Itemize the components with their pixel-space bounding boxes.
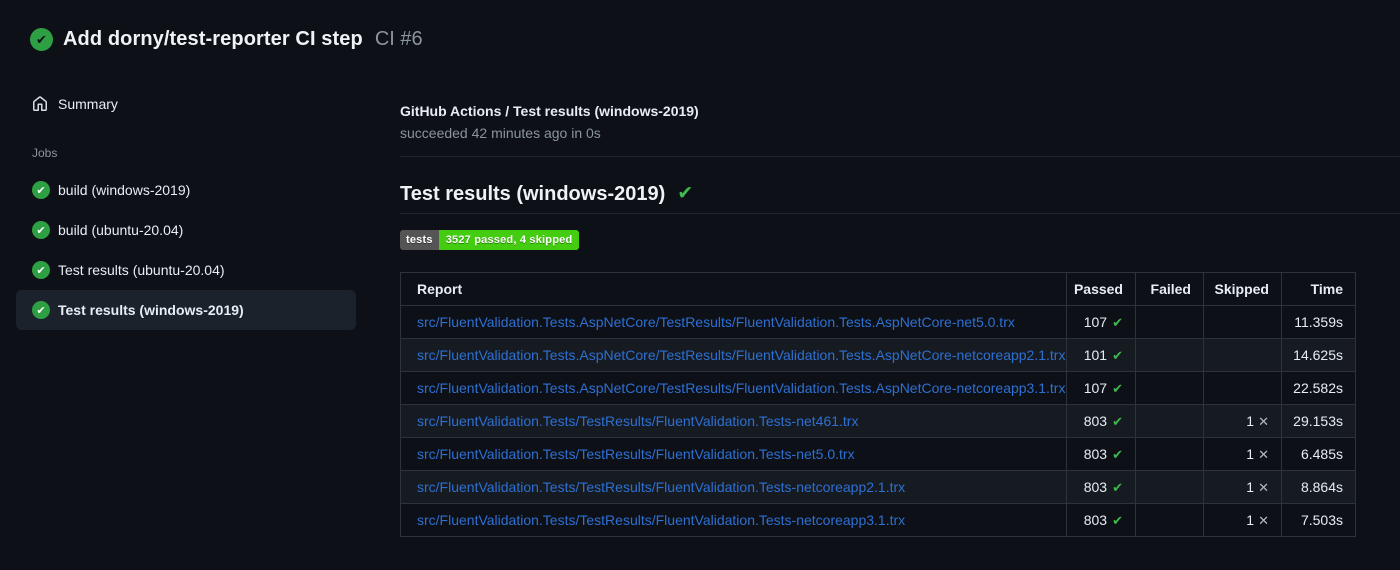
report-heading: Test results (windows-2019) ✔ (400, 181, 1400, 214)
time-cell: 6.485s (1281, 437, 1356, 471)
failed-cell (1135, 404, 1204, 438)
report-row: src/FluentValidation.Tests/TestResults/F… (400, 503, 1356, 537)
report-cell: src/FluentValidation.Tests.AspNetCore/Te… (400, 305, 1067, 339)
report-row: src/FluentValidation.Tests/TestResults/F… (400, 470, 1356, 504)
report-link[interactable]: src/FluentValidation.Tests/TestResults/F… (417, 413, 858, 429)
skipped-cell: 1 ✕ (1203, 437, 1282, 471)
report-link[interactable]: src/FluentValidation.Tests/TestResults/F… (417, 446, 855, 462)
column-header-skipped: Skipped (1203, 272, 1282, 306)
skipped-cell: 1 ✕ (1203, 470, 1282, 504)
jobs-list: ✔ build (windows-2019) ✔ build (ubuntu-20.0… (0, 170, 400, 330)
table-header-row: Report Passed Failed Skipped Time (400, 272, 1356, 306)
time-cell: 8.864s (1281, 470, 1356, 504)
jobs-section-label: Jobs (32, 146, 58, 160)
failed-cell (1135, 437, 1204, 471)
check-icon: ✔ (1112, 446, 1123, 462)
column-header-time: Time (1281, 272, 1356, 306)
job-success-icon: ✔ (32, 181, 50, 199)
check-icon: ✔ (1112, 479, 1123, 495)
passed-cell: 101 ✔ (1066, 338, 1136, 372)
job-label: build (ubuntu-20.04) (58, 222, 184, 238)
passed-cell: 803 ✔ (1066, 470, 1136, 504)
report-cell: src/FluentValidation.Tests/TestResults/F… (400, 470, 1067, 504)
test-results-table: Report Passed Failed Skipped Time src/Fluent… (400, 272, 1356, 537)
report-row: src/FluentValidation.Tests.AspNetCore/Te… (400, 305, 1356, 339)
check-run-header: GitHub Actions / Test results (windows-2… (400, 102, 1400, 157)
report-row: src/FluentValidation.Tests.AspNetCore/Te… (400, 371, 1356, 405)
check-run-status: succeeded 42 minutes ago in 0s (400, 125, 601, 141)
report-row: src/FluentValidation.Tests/TestResults/F… (400, 437, 1356, 471)
report-link[interactable]: src/FluentValidation.Tests.AspNetCore/Te… (417, 314, 1015, 330)
report-link[interactable]: src/FluentValidation.Tests/TestResults/F… (417, 512, 905, 528)
cross-icon: ✕ (1258, 512, 1269, 528)
skipped-cell (1203, 305, 1282, 339)
check-icon: ✔ (1112, 314, 1123, 330)
check-icon: ✔ (1112, 380, 1123, 396)
cross-icon: ✕ (1258, 479, 1269, 495)
failed-cell (1135, 371, 1204, 405)
summary-label: Summary (58, 96, 118, 112)
check-icon: ✔ (1112, 413, 1123, 429)
tests-badge-value: 3527 passed, 4 skipped (438, 230, 580, 250)
check-run-title: GitHub Actions / Test results (windows-2… (400, 103, 699, 119)
report-cell: src/FluentValidation.Tests.AspNetCore/Te… (400, 338, 1067, 372)
sidebar-job-item[interactable]: ✔ Test results (ubuntu-20.04) (16, 250, 356, 290)
sidebar-job-item[interactable]: ✔ Test results (windows-2019) (16, 290, 356, 330)
column-header-passed: Passed (1066, 272, 1136, 306)
run-success-icon: ✔ (30, 28, 53, 51)
job-success-icon: ✔ (32, 301, 50, 319)
skipped-cell (1203, 371, 1282, 405)
cross-icon: ✕ (1258, 446, 1269, 462)
failed-cell (1135, 338, 1204, 372)
report-cell: src/FluentValidation.Tests/TestResults/F… (400, 503, 1067, 537)
time-cell: 7.503s (1281, 503, 1356, 537)
heading-check-icon: ✔ (677, 183, 694, 204)
sidebar-item-summary[interactable]: Summary (0, 88, 400, 120)
report-heading-text: Test results (windows-2019) (400, 183, 666, 205)
skipped-cell (1203, 338, 1282, 372)
tests-badge: tests 3527 passed, 4 skipped (400, 230, 580, 250)
passed-cell: 803 ✔ (1066, 404, 1136, 438)
report-row: src/FluentValidation.Tests/TestResults/F… (400, 404, 1356, 438)
failed-cell (1135, 305, 1204, 339)
skipped-cell: 1 ✕ (1203, 503, 1282, 537)
report-cell: src/FluentValidation.Tests.AspNetCore/Te… (400, 371, 1067, 405)
job-success-icon: ✔ (32, 261, 50, 279)
sidebar: Summary Jobs ✔ build (windows-2019) ✔ build… (0, 88, 400, 330)
home-icon (33, 96, 47, 111)
report-link[interactable]: src/FluentValidation.Tests.AspNetCore/Te… (417, 347, 1065, 363)
job-success-icon: ✔ (32, 221, 50, 239)
tests-badge-label: tests (400, 230, 439, 250)
job-label: Test results (ubuntu-20.04) (58, 262, 225, 278)
time-cell: 22.582s (1281, 371, 1356, 405)
failed-cell (1135, 503, 1204, 537)
sidebar-job-item[interactable]: ✔ build (ubuntu-20.04) (16, 210, 356, 250)
passed-cell: 803 ✔ (1066, 437, 1136, 471)
report-cell: src/FluentValidation.Tests/TestResults/F… (400, 437, 1067, 471)
table-body: src/FluentValidation.Tests.AspNetCore/Te… (400, 305, 1356, 537)
passed-cell: 107 ✔ (1066, 305, 1136, 339)
check-icon: ✔ (1112, 512, 1123, 528)
check-icon: ✔ (1112, 347, 1123, 363)
time-cell: 11.359s (1281, 305, 1356, 339)
sidebar-job-item[interactable]: ✔ build (windows-2019) (16, 170, 356, 210)
report-link[interactable]: src/FluentValidation.Tests/TestResults/F… (417, 479, 905, 495)
column-header-failed: Failed (1135, 272, 1204, 306)
time-cell: 29.153s (1281, 404, 1356, 438)
passed-cell: 803 ✔ (1066, 503, 1136, 537)
job-label: Test results (windows-2019) (58, 302, 244, 318)
skipped-cell: 1 ✕ (1203, 404, 1282, 438)
report-link[interactable]: src/FluentValidation.Tests.AspNetCore/Te… (417, 380, 1065, 396)
report-row: src/FluentValidation.Tests.AspNetCore/Te… (400, 338, 1356, 372)
run-header: ✔ Add dorny/test-reporter CI step CI #6 (30, 28, 423, 51)
run-title: Add dorny/test-reporter CI step (63, 28, 363, 50)
time-cell: 14.625s (1281, 338, 1356, 372)
cross-icon: ✕ (1258, 413, 1269, 429)
job-label: build (windows-2019) (58, 182, 191, 198)
passed-cell: 107 ✔ (1066, 371, 1136, 405)
main-panel: GitHub Actions / Test results (windows-2… (400, 0, 1400, 537)
failed-cell (1135, 470, 1204, 504)
column-header-report: Report (400, 272, 1067, 306)
report-cell: src/FluentValidation.Tests/TestResults/F… (400, 404, 1067, 438)
